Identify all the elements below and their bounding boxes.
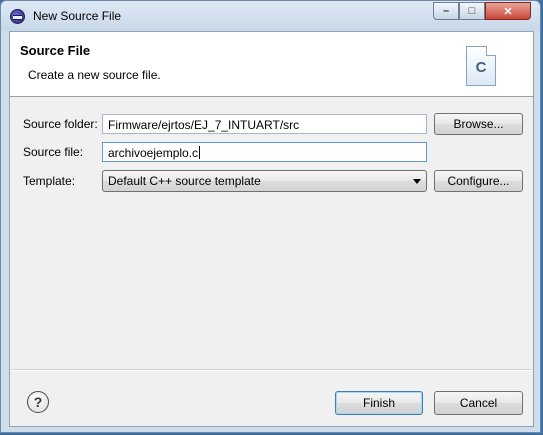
template-selected-value: Default C++ source template [108, 174, 261, 188]
help-icon[interactable]: ? [27, 391, 49, 413]
dialog-body: Source File Create a new source file. C … [9, 31, 534, 427]
text-caret [199, 146, 201, 159]
template-label: Template: [23, 174, 76, 188]
maximize-button[interactable]: □ [459, 2, 485, 20]
close-button[interactable]: ✕ [485, 2, 531, 20]
source-file-label: Source file: [23, 145, 84, 159]
title-bar[interactable]: New Source File – □ ✕ [1, 1, 540, 31]
source-file-value: archivoejemplo.c [108, 146, 199, 160]
source-folder-label: Source folder: [23, 117, 98, 131]
page-description: Create a new source file. [28, 68, 161, 82]
chevron-down-icon [413, 179, 421, 184]
browse-button[interactable]: Browse... [434, 113, 523, 135]
source-folder-input[interactable]: Firmware/ejrtos/EJ_7_INTUART/src [102, 114, 427, 134]
c-file-icon-letter: C [475, 59, 487, 76]
wizard-header: Source File Create a new source file. C [10, 32, 533, 97]
cancel-button[interactable]: Cancel [434, 391, 523, 415]
finish-button[interactable]: Finish [335, 391, 423, 415]
template-select[interactable]: Default C++ source template [102, 170, 427, 192]
new-source-file-dialog: New Source File – □ ✕ Source File Create… [0, 0, 541, 433]
source-file-input[interactable]: archivoejemplo.c [102, 142, 427, 162]
minimize-button[interactable]: – [433, 2, 459, 20]
eclipse-icon [10, 9, 25, 24]
page-title: Source File [20, 43, 91, 58]
window-title: New Source File [33, 9, 122, 23]
footer-separator [10, 369, 533, 371]
c-file-icon: C [466, 46, 496, 86]
configure-button[interactable]: Configure... [434, 170, 523, 192]
